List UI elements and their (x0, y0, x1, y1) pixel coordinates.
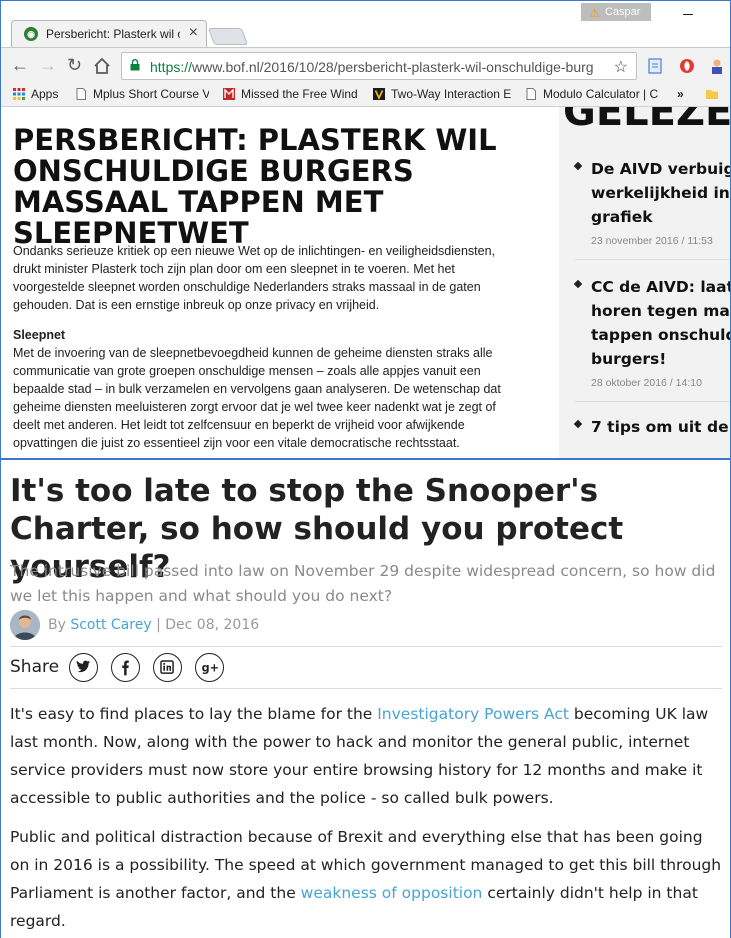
bof-article-body: Ondanks serieuze kritiek op een nieuwe W… (13, 242, 521, 458)
byline: By Scott Carey | Dec 08, 2016 (10, 610, 722, 642)
bookmark-star-icon[interactable]: ☆ (614, 57, 628, 77)
article-deck: The intrusive bill passed into law on No… (10, 562, 716, 605)
browser-tab[interactable]: ◉ Persbericht: Plasterk wil o × (11, 20, 207, 47)
investigatory-powers-act-link[interactable]: Investigatory Powers Act (377, 705, 569, 723)
bof-body-paragraph: Met de invoering van de sleepnetbevoegdh… (13, 346, 501, 450)
sidebar-divider (575, 259, 730, 260)
sidebar-article-title-line: horen tegen mass (591, 302, 730, 320)
folder-icon[interactable] (706, 88, 718, 100)
news-article: It's too late to stop the Snooper's Char… (0, 460, 731, 938)
sidebar-article-title-line: grafiek (591, 208, 653, 226)
sidebar-article-link[interactable]: 7 tips om uit de (573, 415, 730, 439)
svg-text:g+: g+ (202, 662, 219, 675)
apps-grid-icon (13, 88, 25, 100)
divider-line (10, 646, 722, 647)
bookmark-two-way-interaction[interactable]: Two-Way Interaction E (373, 87, 513, 101)
author-link[interactable]: Scott Carey (70, 617, 151, 633)
url-text: https://www.bof.nl/2016/10/28/persberich… (150, 59, 610, 75)
home-icon[interactable] (93, 57, 111, 75)
bookmark-label: Modulo Calculator | C (543, 87, 659, 101)
sidebar-divider (575, 401, 730, 402)
share-label: Share (10, 657, 60, 677)
bookmark-label: Apps (31, 87, 59, 101)
page-icon (76, 88, 86, 100)
byline-text: By Scott Carey | Dec 08, 2016 (48, 617, 259, 633)
bof-article-title: PERSBERICHT: PLASTERK WIL ONSCHULDIGE BU… (13, 123, 497, 250)
byline-by: By (48, 617, 71, 633)
document-extension-icon[interactable] (647, 58, 663, 74)
forward-arrow-icon[interactable]: → (39, 56, 57, 74)
v-logo-icon (373, 88, 385, 100)
linkedin-icon[interactable] (153, 653, 182, 682)
divider-line (10, 688, 722, 689)
profile-button[interactable]: ⚠ Caspar (581, 3, 651, 21)
twitter-icon[interactable] (69, 653, 98, 682)
sidebar-article-title-line: tappen onschuldig (591, 326, 730, 344)
bookmark-label: Two-Way Interaction E (391, 87, 512, 101)
new-tab-button[interactable] (207, 28, 249, 45)
sidebar-article-date: 23 november 2016 / 11:53 (591, 235, 713, 247)
bof-intro-paragraph: Ondanks serieuze kritiek op een nieuwe W… (13, 244, 496, 312)
user-extension-icon[interactable] (709, 58, 725, 74)
bookmark-apps[interactable]: Apps (13, 87, 73, 101)
url-scheme: https:// (150, 59, 193, 75)
bookmark-label: Missed the Free Wind (241, 87, 358, 101)
back-arrow-icon[interactable]: ← (11, 56, 29, 74)
article-paragraph: Public and political distraction because… (10, 823, 724, 935)
lock-icon (130, 59, 140, 71)
facebook-icon[interactable] (111, 653, 140, 682)
bof-subheading: Sleepnet (13, 328, 66, 342)
bof-sidebar: GELEZE De AIVD verbuigt werkelijkheid in… (559, 107, 731, 458)
tab-title: Persbericht: Plasterk wil o (46, 27, 180, 41)
tab-close-icon[interactable]: × (189, 24, 198, 42)
sidebar-article-link[interactable]: De AIVD verbuigt werkelijkheid in e graf… (573, 157, 731, 247)
sidebar-article-title-line: burgers! (591, 350, 667, 368)
opera-extension-icon[interactable] (679, 58, 695, 74)
profile-name: Caspar (605, 6, 641, 18)
bookmarks-overflow-button[interactable]: » (677, 87, 691, 101)
bookmarks-bar: Apps Mplus Short Course V Missed the Fre… (1, 83, 730, 107)
m-logo-icon (223, 88, 235, 100)
sidebar-article-link[interactable]: CC de AIVD: laat je horen tegen mass tap… (573, 275, 731, 389)
bookmark-modulo-calculator[interactable]: Modulo Calculator | C (525, 87, 661, 101)
bookmark-mplus[interactable]: Mplus Short Course V (75, 87, 209, 101)
paragraph-text: It's easy to find places to lay the blam… (10, 705, 378, 723)
google-plus-icon[interactable]: g+ (195, 653, 224, 682)
sidebar-article-title-line: werkelijkheid in e (591, 184, 731, 202)
weakness-of-opposition-link[interactable]: weakness of opposition (301, 884, 483, 902)
byline-separator: | (151, 617, 166, 633)
bof-page: PERSBERICHT: PLASTERK WIL ONSCHULDIGE BU… (1, 107, 731, 458)
page-icon (526, 88, 536, 100)
article-body: It's easy to find places to lay the blam… (10, 700, 724, 938)
publish-date: Dec 08, 2016 (165, 617, 260, 633)
bookmark-missed-free-wind[interactable]: Missed the Free Wind (223, 87, 359, 101)
url-path: www.bof.nl/2016/10/28/persbericht-plaste… (192, 59, 594, 75)
sidebar-article-title-line: 7 tips om uit de (591, 418, 729, 436)
sidebar-article-title-line: De AIVD verbuigt (591, 160, 731, 178)
address-bar[interactable]: https://www.bof.nl/2016/10/28/persberich… (121, 52, 637, 80)
share-bar: Share g+ (10, 653, 722, 682)
tab-strip: ◉ Persbericht: Plasterk wil o × ⚠ Caspar (1, 1, 730, 47)
sidebar-article-date: 28 oktober 2016 / 14:10 (591, 377, 702, 389)
reload-icon[interactable]: ↻ (67, 56, 82, 74)
bof-favicon-icon: ◉ (24, 27, 38, 41)
sidebar-heading: GELEZE (563, 107, 731, 135)
minimize-button[interactable] (683, 5, 693, 15)
warning-icon: ⚠ (589, 6, 600, 20)
author-avatar[interactable] (10, 610, 40, 640)
bookmark-label: Mplus Short Course V (93, 87, 209, 101)
sidebar-article-title-line: CC de AIVD: laat je (591, 278, 731, 296)
article-paragraph: It's easy to find places to lay the blam… (10, 700, 724, 812)
browser-toolbar: ← → ↻ https://www.bof.nl/2016/10/28/pers… (1, 47, 730, 83)
browser-window: ◉ Persbericht: Plasterk wil o × ⚠ Caspar… (0, 0, 731, 458)
